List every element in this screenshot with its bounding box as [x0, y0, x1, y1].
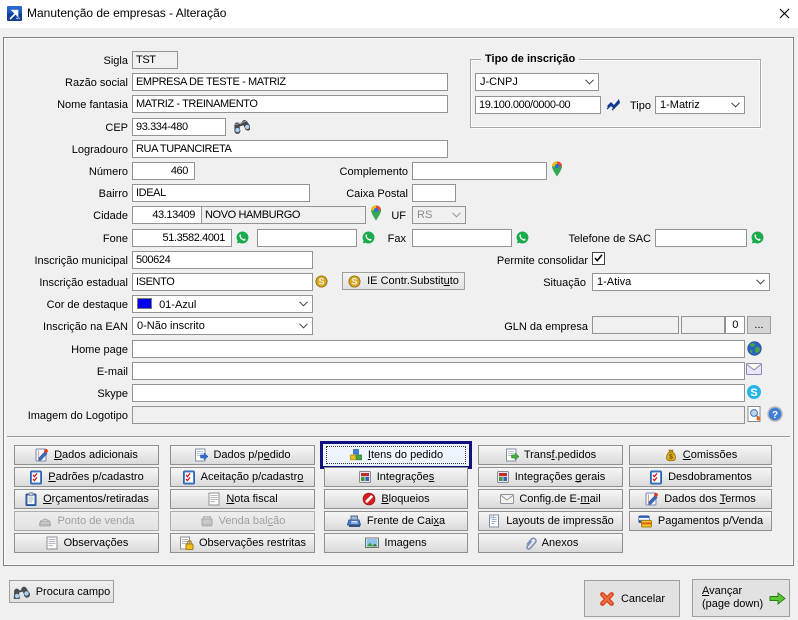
svg-text:S: S [352, 276, 358, 286]
svg-text:S: S [318, 277, 324, 287]
svg-text:?: ? [772, 410, 778, 421]
svg-text:S: S [750, 387, 757, 399]
